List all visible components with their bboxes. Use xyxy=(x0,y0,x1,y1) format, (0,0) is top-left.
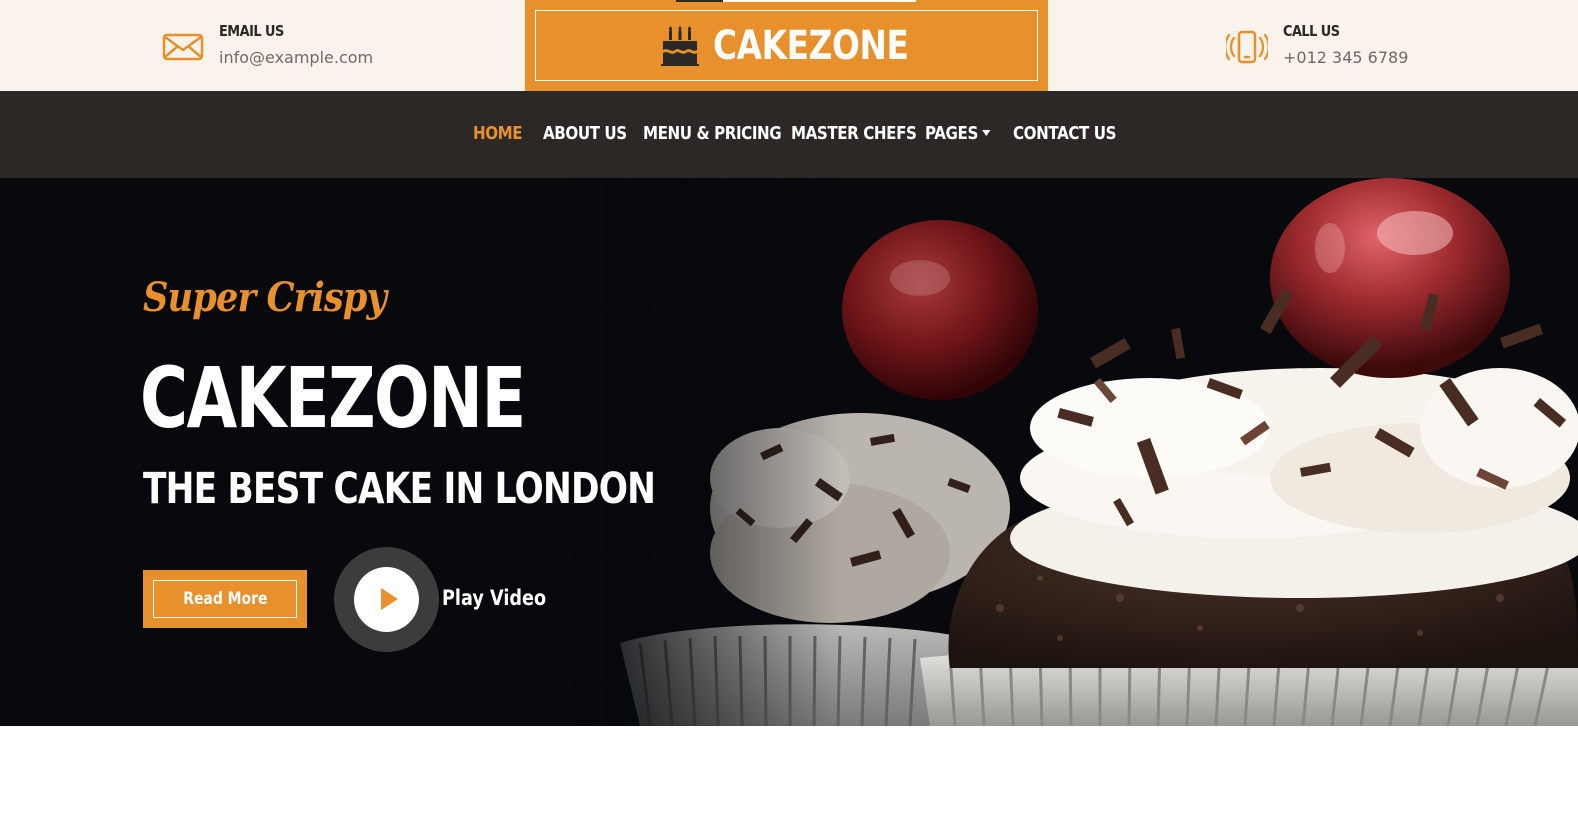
logo-accent-line xyxy=(676,0,916,2)
nav-item-menu-pricing[interactable]: MENU & PRICING xyxy=(643,123,782,145)
logo-text: CAKEZONE xyxy=(712,22,909,69)
email-address[interactable]: info@example.com xyxy=(219,47,373,69)
logo-frame: CAKEZONE xyxy=(535,10,1038,81)
birthday-cake-icon xyxy=(660,25,699,66)
hero-carousel: Super Crispy CAKEZONE THE BEST CAKE IN L… xyxy=(0,178,1578,726)
nav-item-master-chefs[interactable]: MASTER CHEFS xyxy=(791,123,917,145)
read-more-frame: Read More xyxy=(153,580,297,618)
phone-contact: CALL US +012 345 6789 xyxy=(1226,20,1408,69)
read-more-button[interactable]: Read More xyxy=(143,570,307,628)
top-bar: EMAIL US info@example.com CAKEZONE CALL … xyxy=(0,0,1578,91)
nav-item-pages-label: PAGES xyxy=(925,123,978,144)
hero-subtitle: THE BEST CAKE IN LONDON xyxy=(143,464,656,514)
email-contact: EMAIL US info@example.com xyxy=(162,20,373,69)
nav-item-about-us[interactable]: ABOUT US xyxy=(543,123,627,145)
hero-title: CAKEZONE xyxy=(140,349,526,447)
read-more-label: Read More xyxy=(182,589,268,609)
nav-item-contact-us[interactable]: CONTACT US xyxy=(1013,123,1117,145)
hero-tagline: Super Crispy xyxy=(143,274,387,321)
nav-menu: HOME ABOUT US MENU & PRICING MASTER CHEF… xyxy=(0,91,1578,178)
nav-item-home[interactable]: HOME xyxy=(473,123,523,145)
nav-item-pages[interactable]: PAGES xyxy=(925,123,991,145)
phone-label: CALL US xyxy=(1283,22,1340,40)
caret-down-icon xyxy=(982,129,991,136)
play-video-button[interactable] xyxy=(334,547,439,652)
logo[interactable]: CAKEZONE xyxy=(525,0,1048,91)
play-icon xyxy=(381,588,398,610)
phone-vibrate-icon xyxy=(1226,30,1268,64)
main-navbar: HOME ABOUT US MENU & PRICING MASTER CHEF… xyxy=(0,91,1578,178)
phone-number[interactable]: +012 345 6789 xyxy=(1283,47,1408,69)
envelope-icon xyxy=(162,33,204,61)
email-label: EMAIL US xyxy=(219,22,284,40)
play-video-label[interactable]: Play Video xyxy=(442,586,546,610)
hero-cupcake-image xyxy=(560,178,1578,726)
